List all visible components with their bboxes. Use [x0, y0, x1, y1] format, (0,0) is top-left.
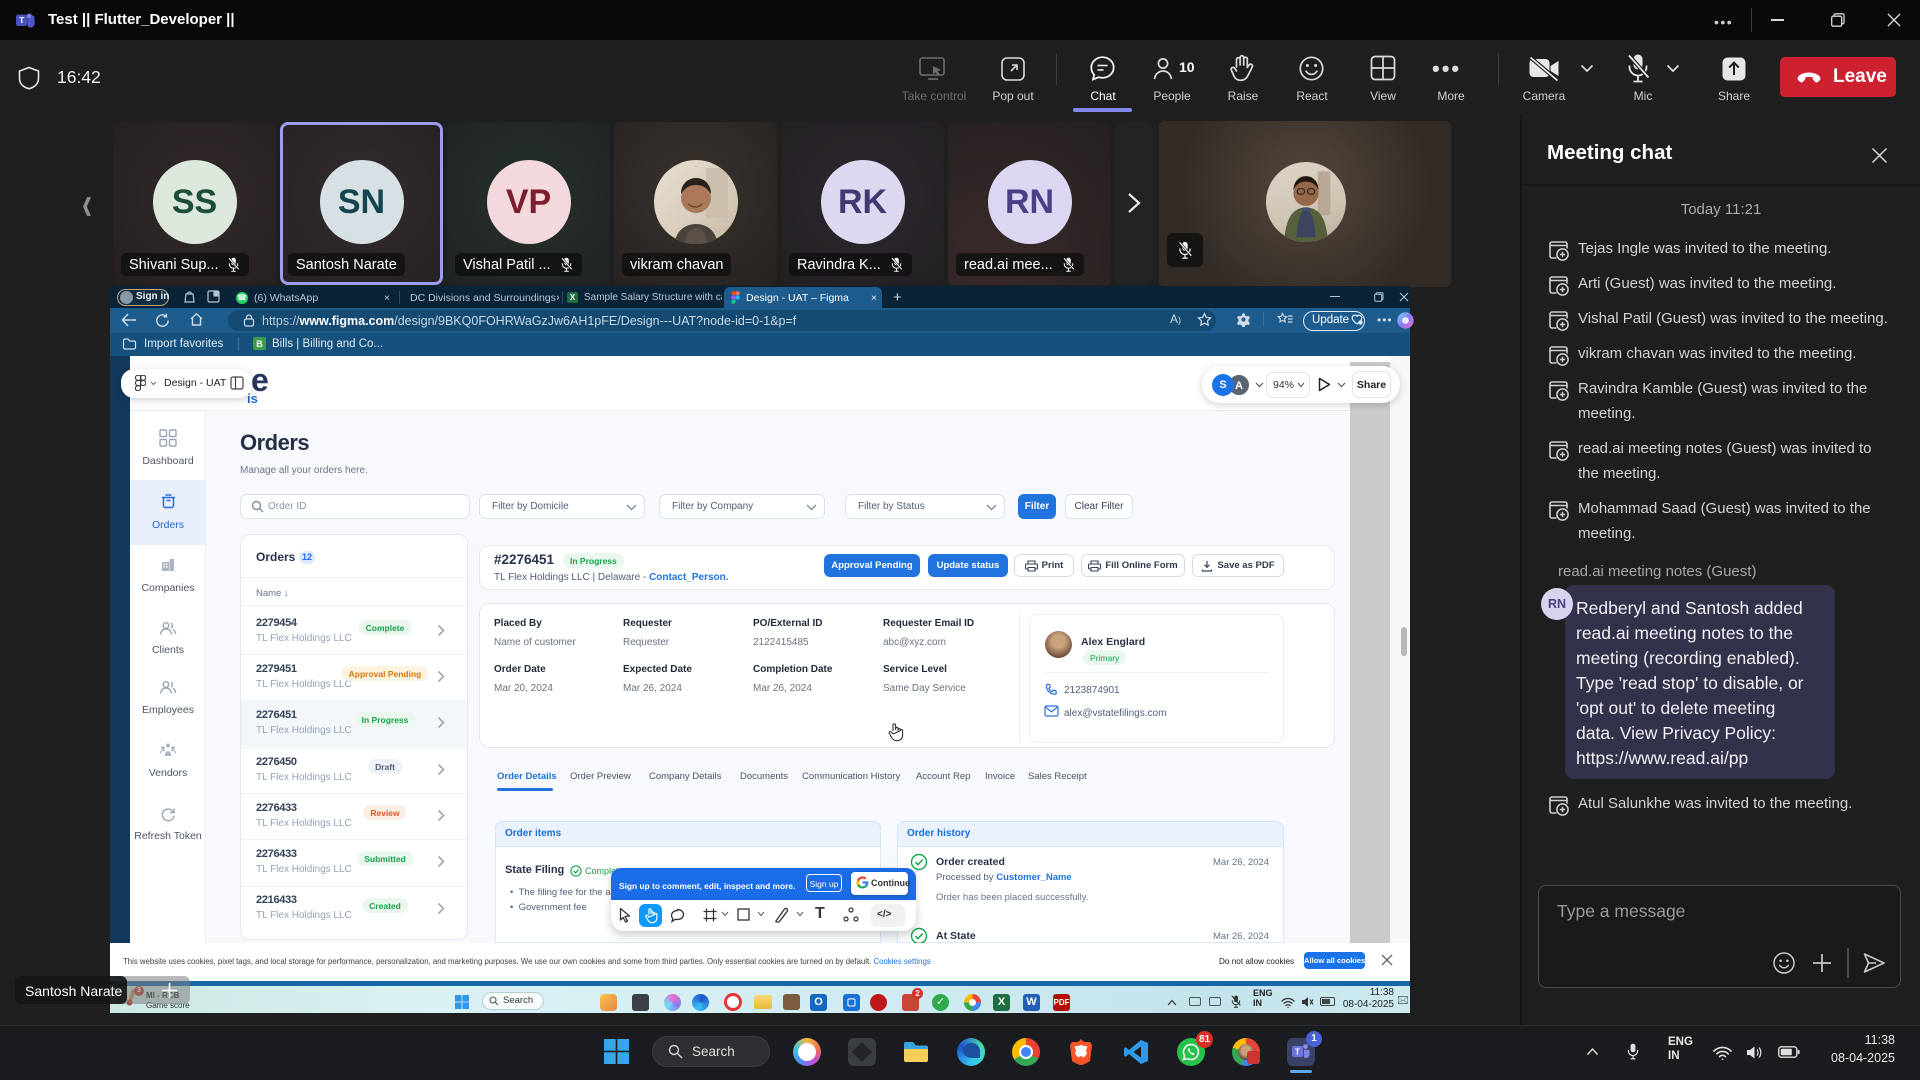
svg-text:T: T: [1295, 1048, 1300, 1057]
svg-text:T: T: [19, 15, 25, 25]
